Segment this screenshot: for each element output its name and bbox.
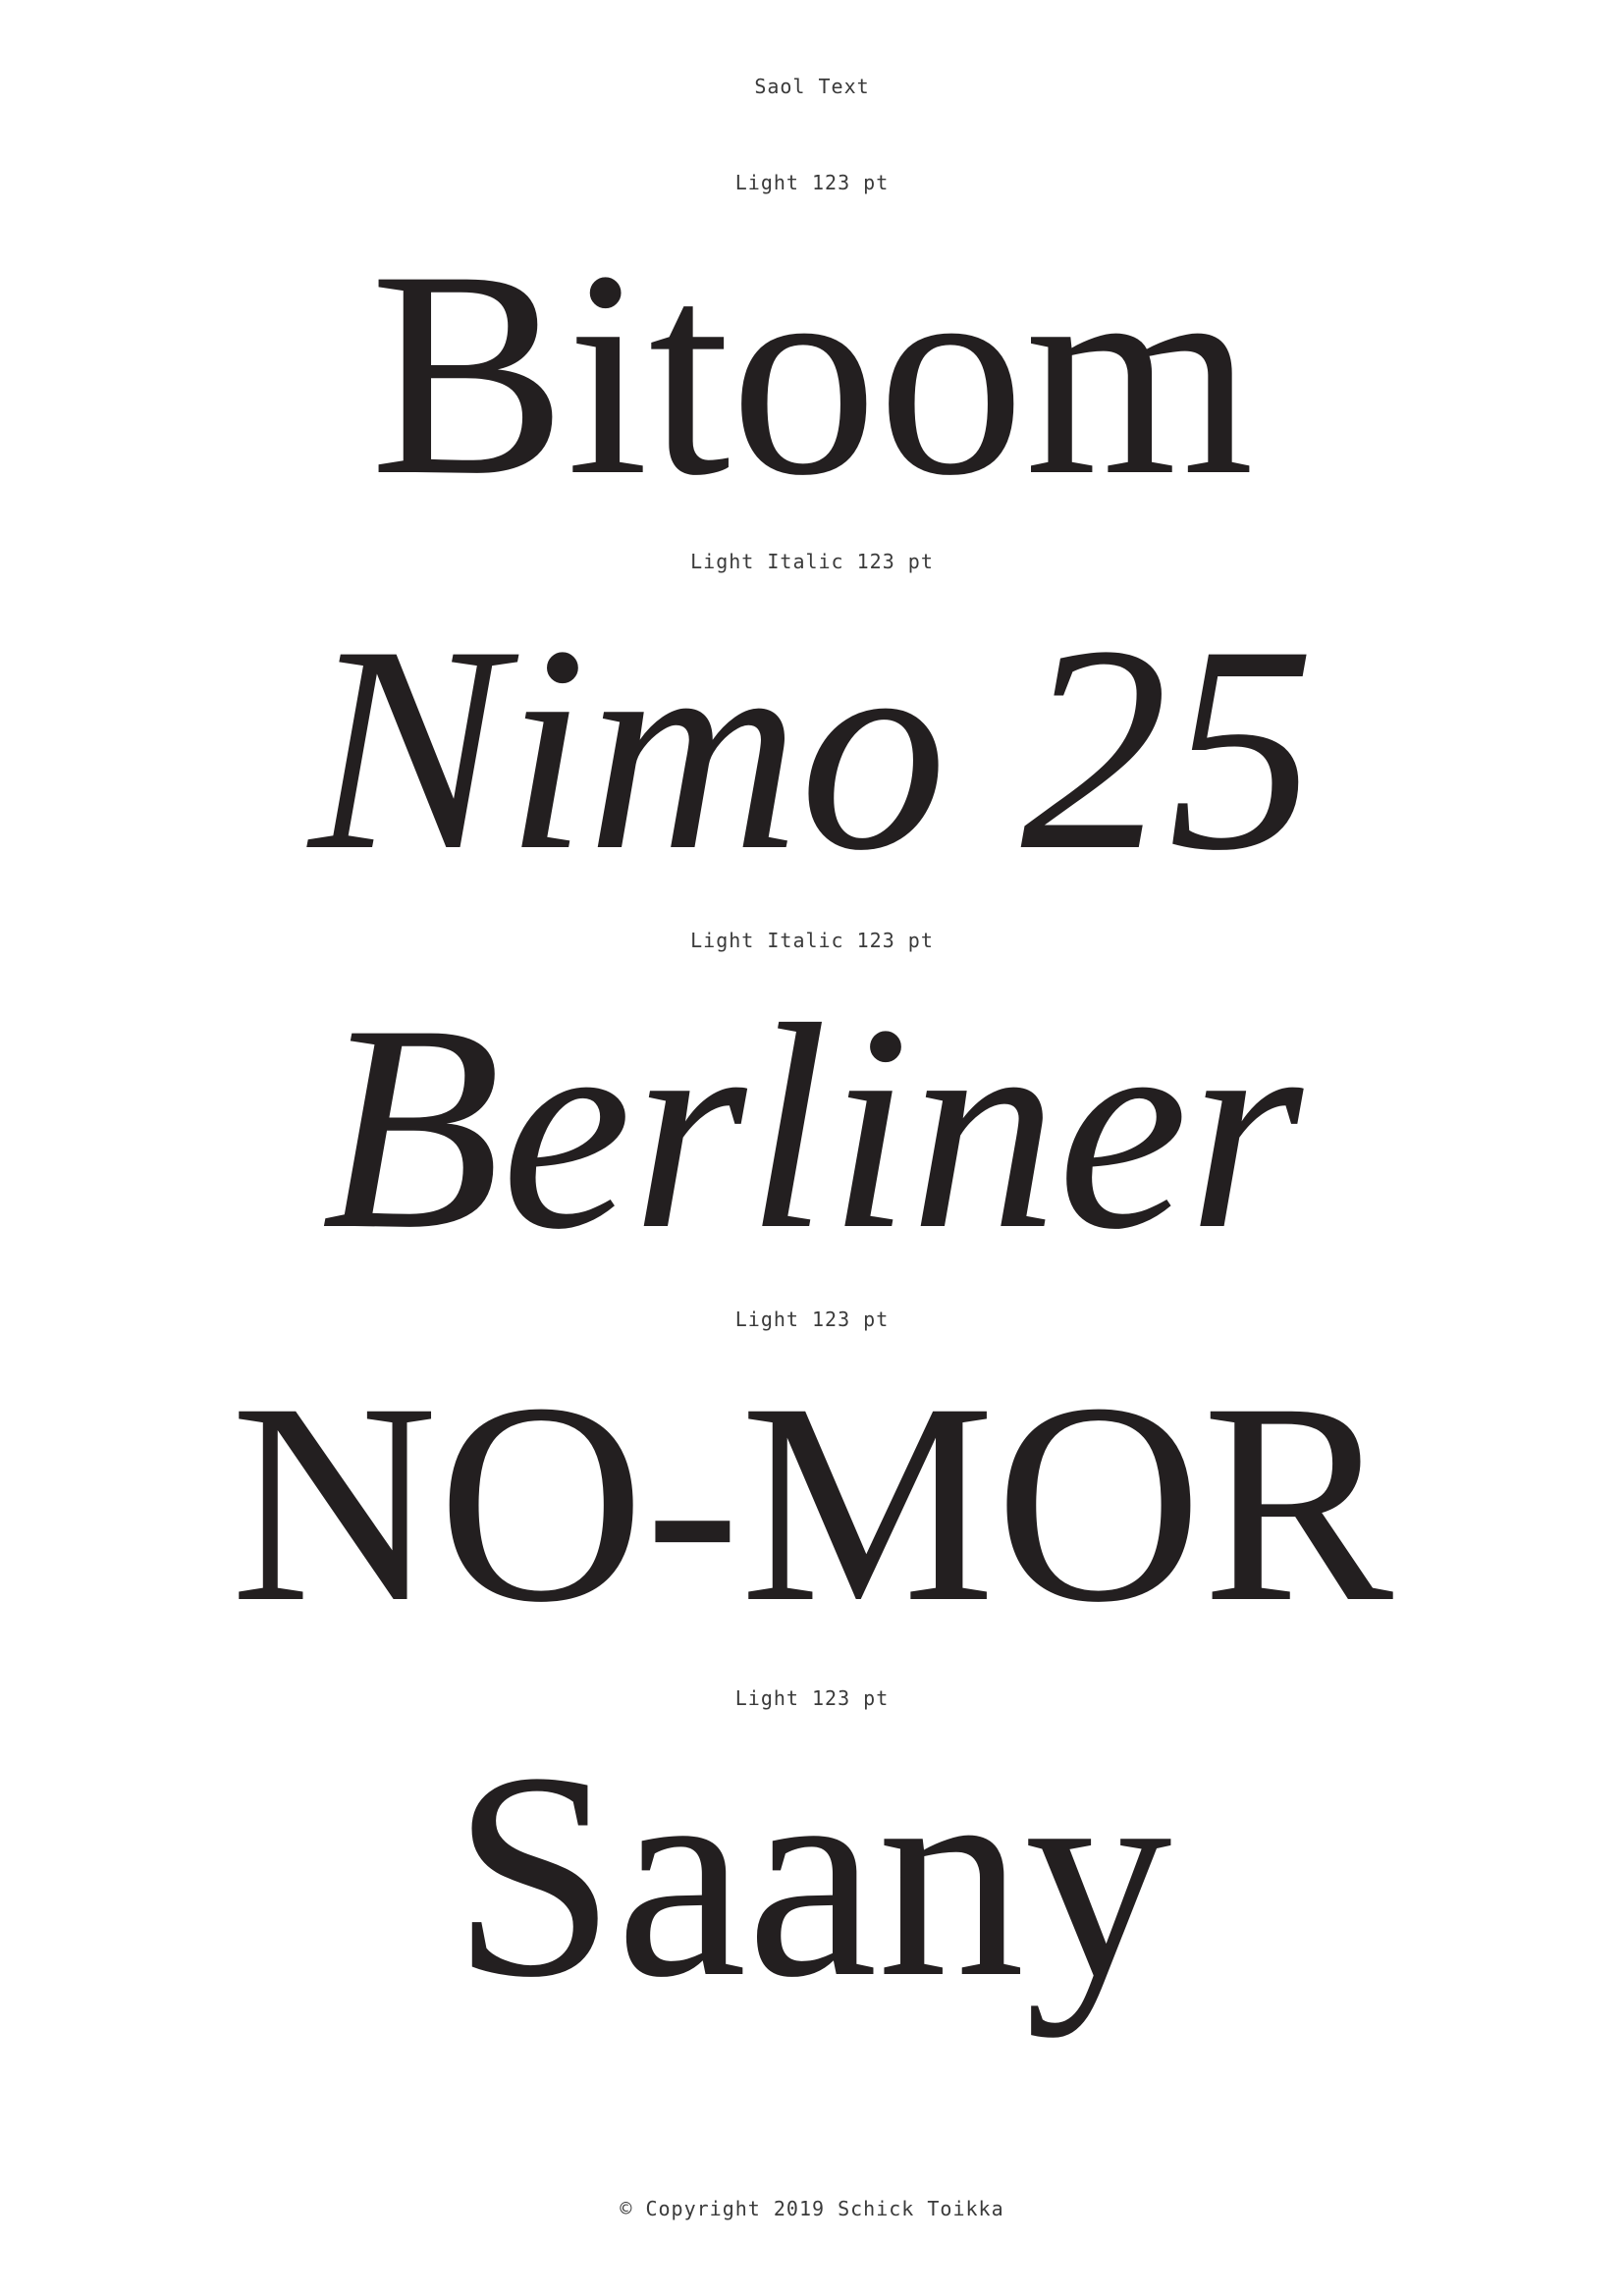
page-title: Saol Text xyxy=(754,75,870,98)
specimen-sample-4: NO-MOR xyxy=(230,1345,1394,1662)
specimen-sample-1: Bitoom xyxy=(369,210,1255,536)
specimen-label-2: Light Italic 123 pt xyxy=(690,550,934,573)
specimen-sample-2: Nimo 25 xyxy=(308,585,1316,911)
copyright-footer: © Copyright 2019 Schick Toikka xyxy=(620,2197,1004,2220)
specimen-label-4: Light 123 pt xyxy=(734,1308,890,1331)
specimen-label-5: Light 123 pt xyxy=(734,1686,890,1710)
specimen-label-3: Light Italic 123 pt xyxy=(690,929,934,952)
specimen-label-1: Light 123 pt xyxy=(734,171,890,194)
specimen-sample-3: Berliner xyxy=(321,964,1303,1290)
specimen-sample-5: Saany xyxy=(452,1712,1172,2038)
